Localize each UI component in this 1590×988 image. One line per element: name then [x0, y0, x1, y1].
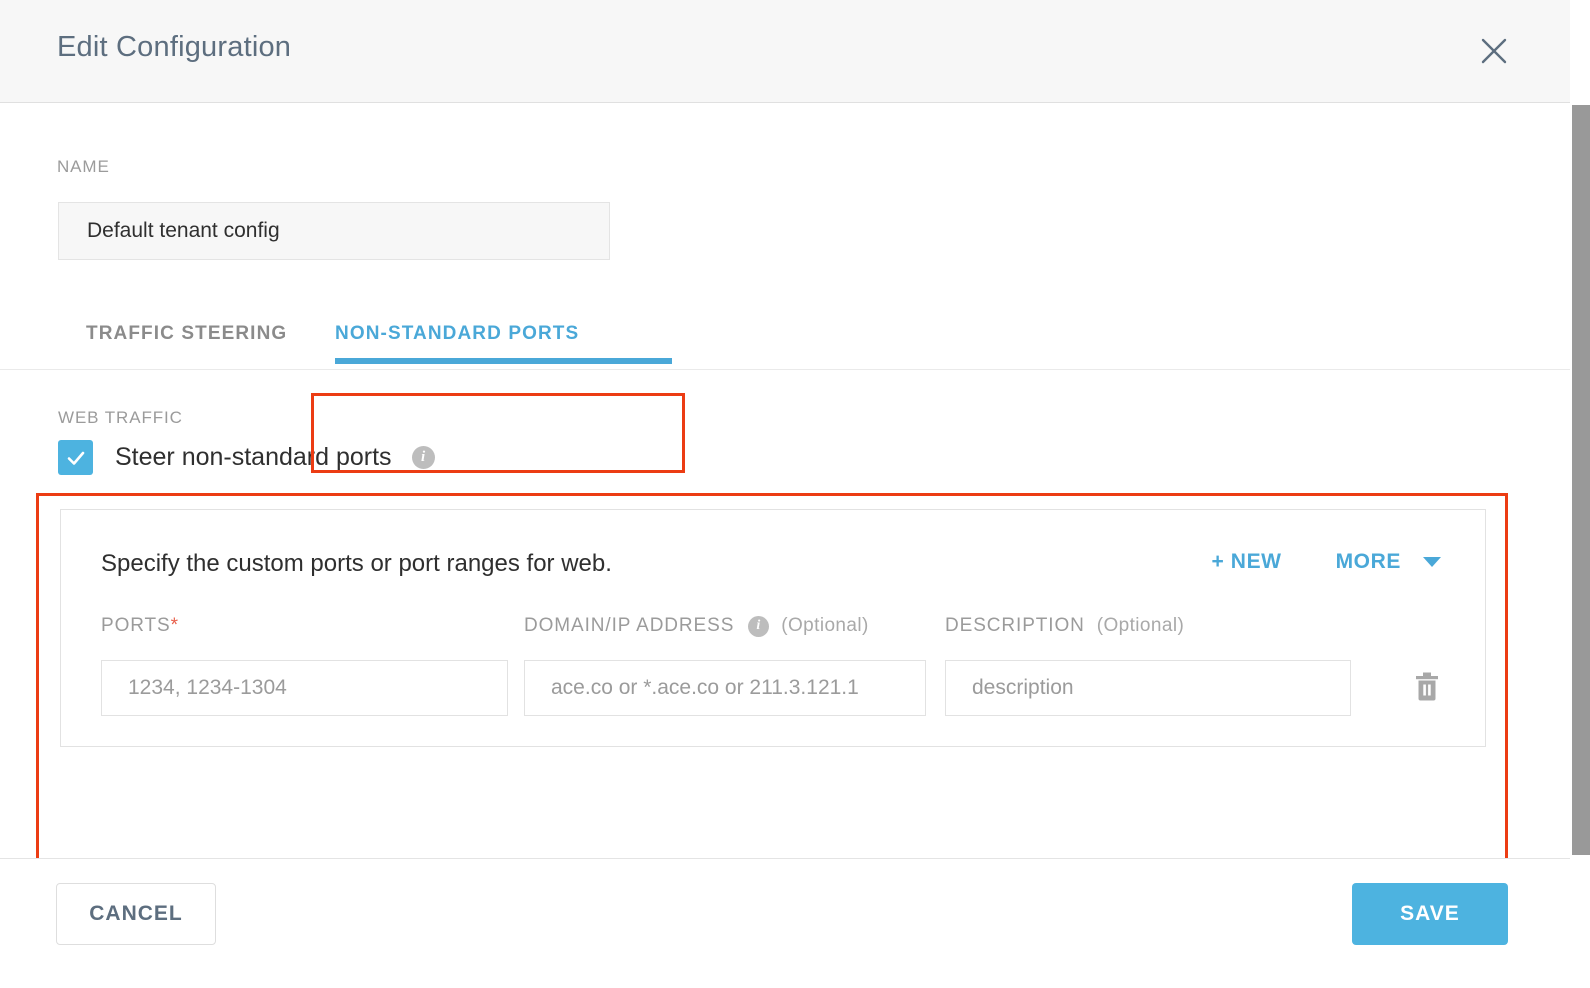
save-button[interactable]: SAVE: [1352, 883, 1508, 945]
steer-non-standard-ports-row: Steer non-standard ports i: [58, 440, 435, 475]
column-header-ports: PORTS *: [101, 615, 179, 637]
required-marker: *: [170, 615, 179, 636]
column-header-domain-label: DOMAIN/IP ADDRESS: [524, 615, 735, 636]
domain-info-icon[interactable]: i: [748, 615, 770, 637]
ports-input[interactable]: [101, 660, 508, 716]
web-traffic-label: WEB TRAFFIC: [58, 408, 183, 427]
column-header-description: DESCRIPTION (Optional): [945, 615, 1184, 637]
column-header-domain-optional: (Optional): [781, 615, 869, 636]
steer-non-standard-ports-label: Steer non-standard ports: [115, 443, 392, 471]
column-header-ports-label: PORTS: [101, 615, 171, 636]
more-button[interactable]: MORE: [1336, 550, 1401, 574]
panel-instruction-text: Specify the custom ports or port ranges …: [101, 550, 612, 577]
description-input[interactable]: [945, 660, 1351, 716]
dialog-header: Edit Configuration: [0, 0, 1570, 103]
edit-configuration-dialog: Edit Configuration NAME TRAFFIC STEERING…: [0, 0, 1590, 988]
steer-non-standard-ports-checkbox[interactable]: [58, 440, 93, 475]
tab-active-indicator: [335, 358, 672, 364]
dialog-footer: CANCEL SAVE: [0, 858, 1570, 988]
scrollbar-thumb[interactable]: [1572, 105, 1590, 855]
cancel-button[interactable]: CANCEL: [56, 883, 216, 945]
domain-ip-input[interactable]: [524, 660, 926, 716]
tab-bar: TRAFFIC STEERING NON-STANDARD PORTS: [0, 298, 1570, 370]
name-label: NAME: [57, 157, 110, 176]
steer-ports-info-icon[interactable]: i: [411, 446, 435, 469]
scrollbar-track[interactable]: [1572, 0, 1590, 988]
column-header-description-label: DESCRIPTION: [945, 615, 1085, 636]
name-input[interactable]: [58, 202, 610, 260]
column-header-description-optional: (Optional): [1096, 615, 1185, 636]
close-icon[interactable]: [1473, 30, 1515, 72]
chevron-down-icon[interactable]: [1423, 557, 1441, 567]
dialog-body: NAME TRAFFIC STEERING NON-STANDARD PORTS…: [0, 103, 1570, 891]
tab-traffic-steering[interactable]: TRAFFIC STEERING: [86, 298, 287, 369]
column-header-domain: DOMAIN/IP ADDRESS i (Optional): [524, 615, 869, 637]
panel-actions: + NEW MORE: [1212, 550, 1441, 574]
add-new-button[interactable]: + NEW: [1212, 550, 1282, 574]
page-title: Edit Configuration: [57, 31, 292, 63]
check-icon: [67, 451, 84, 465]
trash-icon[interactable]: [1404, 662, 1450, 712]
custom-ports-panel: Specify the custom ports or port ranges …: [60, 509, 1486, 747]
